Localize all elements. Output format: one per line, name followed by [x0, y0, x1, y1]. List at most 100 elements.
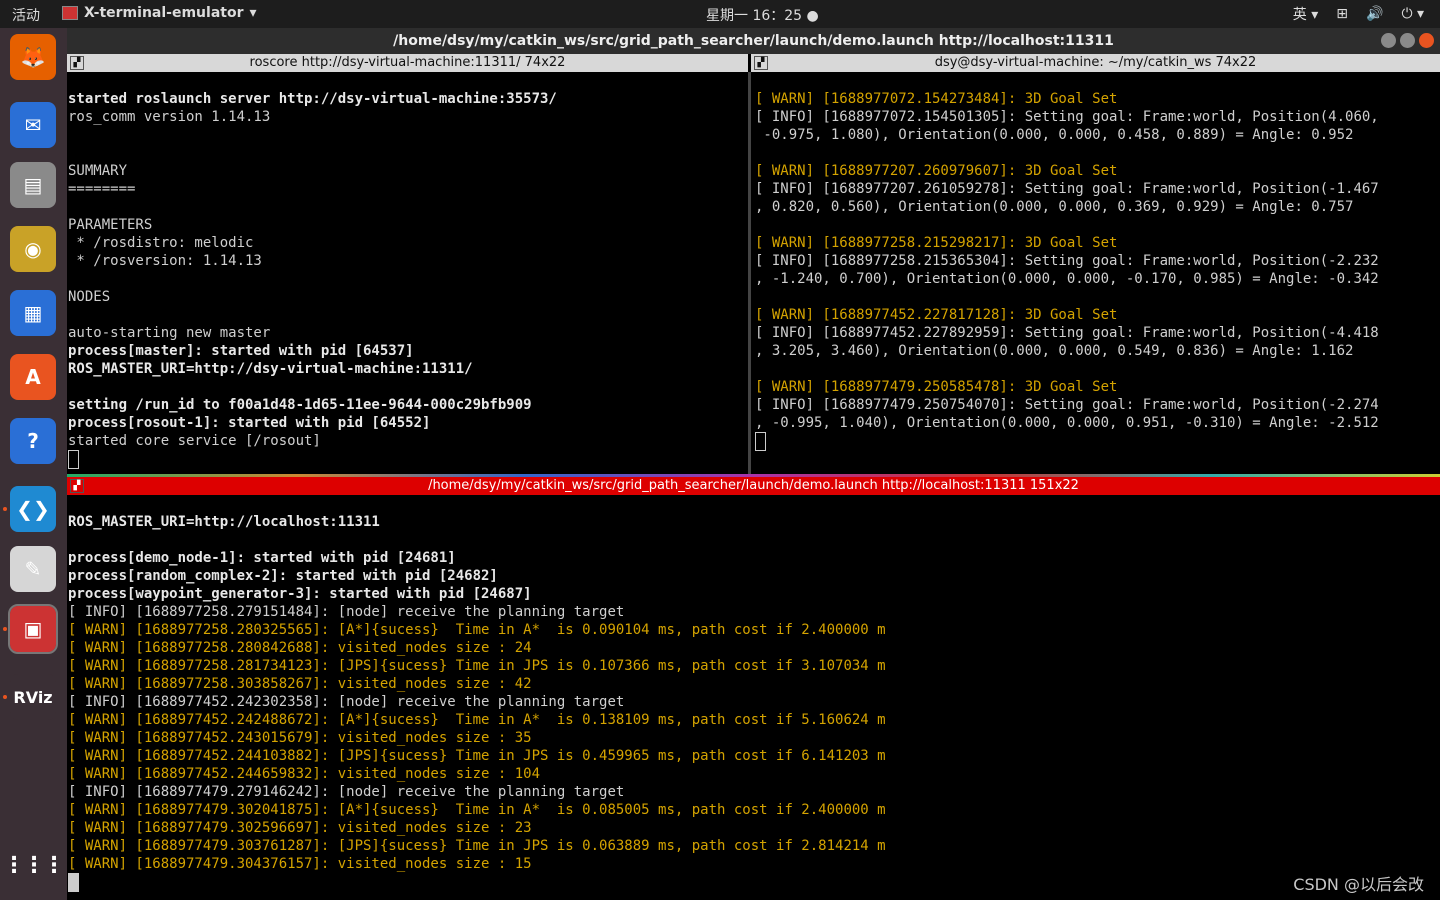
- terminal-line: [ WARN] [1688977452.227817128]: 3D Goal …: [755, 307, 1118, 323]
- terminal-line: [ INFO] [1688977452.227892959]: Setting …: [755, 325, 1379, 341]
- terminal-pane-roscore[interactable]: started roslaunch server http://dsy-virt…: [68, 72, 748, 474]
- terminal-line: [ WARN] [1688977072.154273484]: 3D Goal …: [755, 91, 1118, 107]
- clock-label: 星期一 16：25: [706, 8, 803, 24]
- terminal-line: [ WARN] [1688977258.280842688]: visited_…: [68, 640, 532, 656]
- rviz-icon[interactable]: RViz: [10, 674, 56, 720]
- terminal-pane-demo-launch[interactable]: ROS_MASTER_URI=http://localhost:11311pro…: [68, 495, 1438, 895]
- window-title: /home/dsy/my/catkin_ws/src/grid_path_sea…: [393, 33, 1114, 49]
- terminal-line: [ WARN] [1688977479.304376157]: visited_…: [68, 856, 532, 872]
- terminal-line: [ WARN] [1688977479.303761287]: [JPS]{su…: [68, 838, 886, 854]
- pane-grip-icon[interactable]: ▞: [754, 56, 768, 70]
- rhythmbox-icon[interactable]: ◉: [10, 226, 56, 272]
- activities-button[interactable]: 活动: [12, 5, 40, 25]
- terminal-line: process[random_complex-2]: started with …: [68, 568, 498, 584]
- libreoffice-writer-icon[interactable]: ▦: [10, 290, 56, 336]
- window-title-bar[interactable]: /home/dsy/my/catkin_ws/src/grid_path_sea…: [67, 28, 1440, 54]
- pane-title: /home/dsy/my/catkin_ws/src/grid_path_sea…: [428, 478, 1079, 493]
- app-menu[interactable]: X-terminal-emulator ▾: [62, 5, 257, 21]
- pane-grip-icon[interactable]: ▞: [70, 479, 84, 493]
- terminal-line: [ INFO] [1688977207.261059278]: Setting …: [755, 181, 1379, 197]
- power-icon[interactable]: ⏻ ▾: [1401, 6, 1424, 22]
- close-icon[interactable]: [1419, 33, 1434, 48]
- app-menu-label: X-terminal-emulator: [84, 5, 244, 21]
- terminal-line: [ INFO] [1688977258.215365304]: Setting …: [755, 253, 1379, 269]
- running-indicator: [3, 627, 7, 631]
- terminal-line: [ WARN] [1688977452.244659832]: visited_…: [68, 766, 541, 782]
- terminal-line: started core service [/rosout]: [68, 433, 321, 449]
- terminal-line: , 3.205, 3.460), Orientation(0.000, 0.00…: [755, 343, 1354, 359]
- terminal-line: , -1.240, 0.700), Orientation(0.000, 0.0…: [755, 271, 1379, 287]
- terminal-line: started roslaunch server http://dsy-virt…: [68, 91, 557, 107]
- terminal-line: PARAMETERS: [68, 217, 153, 233]
- terminal-line: setting /run_id to f00a1d48-1d65-11ee-96…: [68, 397, 532, 413]
- terminal-cursor: [755, 432, 766, 451]
- help-icon[interactable]: ?: [10, 418, 56, 464]
- show-applications-icon[interactable]: ⋮⋮⋮: [3, 842, 65, 888]
- terminal-line: [ WARN] [1688977258.303858267]: visited_…: [68, 676, 532, 692]
- terminal-line: [ WARN] [1688977479.250585478]: 3D Goal …: [755, 379, 1118, 395]
- top-bar: 活动 X-terminal-emulator ▾ 星期一 16：25 ● 英 ▾…: [0, 0, 1440, 28]
- firefox-icon[interactable]: 🦊: [10, 34, 56, 80]
- terminal-cursor-line: [68, 450, 748, 469]
- terminal-line: [ WARN] [1688977452.243015679]: visited_…: [68, 730, 532, 746]
- terminal-line: [ INFO] [1688977479.250754070]: Setting …: [755, 397, 1379, 413]
- terminal-line: auto-starting new master: [68, 325, 271, 341]
- document-viewer-icon[interactable]: ✎: [10, 546, 56, 592]
- pane-title: dsy@dsy-virtual-machine: ~/my/catkin_ws …: [934, 55, 1257, 70]
- terminal-line: [ INFO] [1688977452.242302358]: [node] r…: [68, 694, 625, 710]
- terminal-line: [ WARN] [1688977258.280325565]: [A*]{suc…: [68, 622, 886, 638]
- terminal-cursor-line: [755, 432, 1440, 451]
- terminal-line: , 0.820, 0.560), Orientation(0.000, 0.00…: [755, 199, 1354, 215]
- terminal-line: process[master]: started with pid [64537…: [68, 343, 414, 359]
- notification-dot-icon: ●: [806, 8, 819, 24]
- volume-icon[interactable]: 🔊: [1366, 6, 1383, 22]
- terminal-line: [ WARN] [1688977207.260979607]: 3D Goal …: [755, 163, 1118, 179]
- terminator-icon[interactable]: ▣: [8, 604, 58, 654]
- terminal-line: , -0.995, 1.040), Orientation(0.000, 0.0…: [755, 415, 1379, 431]
- terminal-line: ROS_MASTER_URI=http://dsy-virtual-machin…: [68, 361, 473, 377]
- network-icon[interactable]: ⊞: [1336, 6, 1348, 22]
- terminal-line: process[rosout-1]: started with pid [645…: [68, 415, 431, 431]
- terminal-line: [ WARN] [1688977479.302041875]: [A*]{suc…: [68, 802, 886, 818]
- terminal-line: * /rosdistro: melodic: [68, 235, 254, 251]
- files-icon[interactable]: ▤: [10, 162, 56, 208]
- pane-header-shell[interactable]: ▞ dsy@dsy-virtual-machine: ~/my/catkin_w…: [751, 54, 1440, 72]
- maximize-icon[interactable]: [1400, 33, 1415, 48]
- terminal-line: -0.975, 1.080), Orientation(0.000, 0.000…: [755, 127, 1354, 143]
- minimize-icon[interactable]: [1381, 33, 1396, 48]
- software-center-icon[interactable]: A: [10, 354, 56, 400]
- pane-divider-vertical[interactable]: [748, 72, 751, 474]
- pane-header-roscore[interactable]: ▞ roscore http://dsy-virtual-machine:113…: [67, 54, 748, 72]
- pane-grip-icon[interactable]: ▞: [70, 56, 84, 70]
- terminal-line: process[waypoint_generator-3]: started w…: [68, 586, 532, 602]
- terminal-line: [ WARN] [1688977258.215298217]: 3D Goal …: [755, 235, 1118, 251]
- pane-header-demo-launch[interactable]: ▞ /home/dsy/my/catkin_ws/src/grid_path_s…: [67, 477, 1440, 495]
- clock[interactable]: 星期一 16：25 ●: [706, 5, 819, 25]
- vscode-icon[interactable]: ❮❯: [10, 486, 56, 532]
- terminal-pane-shell[interactable]: [ WARN] [1688977072.154273484]: 3D Goal …: [755, 72, 1440, 474]
- dock: 🦊 ✉ ▤ ◉ ▦ A? ❮❯ ✎ ▣ RViz ⋮⋮⋮: [0, 28, 67, 900]
- thunderbird-icon[interactable]: ✉: [10, 102, 56, 148]
- terminal-cursor-line: [68, 873, 1438, 892]
- system-tray[interactable]: 英 ▾ ⊞ 🔊 ⏻ ▾: [1293, 4, 1424, 24]
- terminal-line: ros_comm version 1.14.13: [68, 109, 271, 125]
- input-method-indicator[interactable]: 英 ▾: [1293, 4, 1318, 24]
- running-indicator: [3, 695, 7, 699]
- terminal-line: [ INFO] [1688977258.279151484]: [node] r…: [68, 604, 625, 620]
- terminal-cursor: [68, 450, 79, 469]
- terminal-line: ROS_MASTER_URI=http://localhost:11311: [68, 514, 380, 530]
- terminal-line: [ WARN] [1688977452.244103882]: [JPS]{su…: [68, 748, 886, 764]
- terminal-cursor: [68, 873, 79, 892]
- terminal-line: ========: [68, 181, 136, 197]
